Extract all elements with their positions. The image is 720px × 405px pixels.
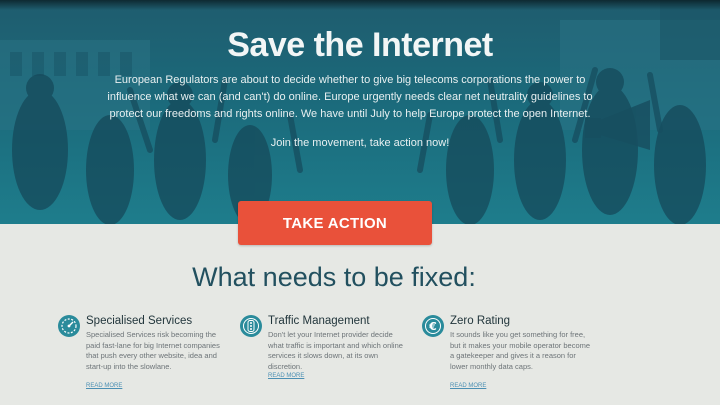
traffic-light-icon [240, 315, 262, 337]
hero-cta-text: Join the movement, take action now! [270, 137, 450, 149]
page-title: Save the Internet [227, 26, 493, 64]
feature-description: Don't let your Internet provider decide … [268, 330, 403, 371]
feature-title: Zero Rating [450, 315, 511, 327]
read-more-link[interactable]: READ MORE [450, 383, 486, 389]
svg-text:€: € [428, 320, 437, 333]
take-action-button[interactable]: TAKE ACTION [238, 201, 432, 245]
read-more-link[interactable]: READ MORE [268, 373, 304, 379]
feature-description: Specialised Services risk becoming the p… [86, 330, 220, 371]
hero-banner: Save the Internet European Regulators ar… [0, 0, 720, 224]
read-more-link[interactable]: READ MORE [86, 383, 122, 389]
gauge-icon [58, 315, 80, 337]
feature-title: Traffic Management [268, 315, 370, 327]
euro-icon: € [422, 315, 444, 337]
hero-intro-text: European Regulators are about to decide … [107, 74, 593, 120]
section-heading: What needs to be fixed: [192, 262, 476, 292]
feature-description: It sounds like you get something for fre… [450, 330, 591, 371]
screen-bezel [0, 0, 720, 10]
feature-title: Specialised Services [86, 315, 193, 327]
